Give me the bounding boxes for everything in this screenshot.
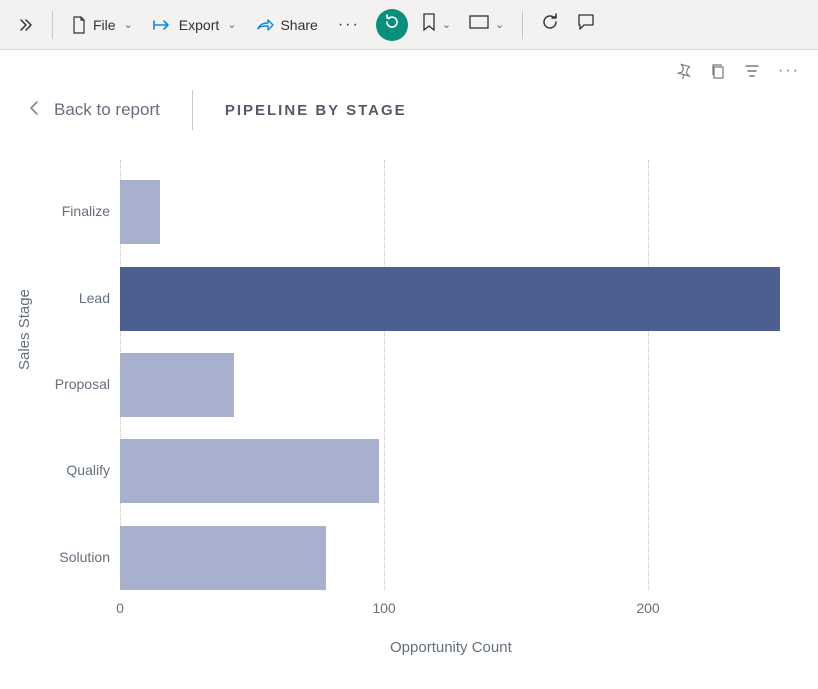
bar[interactable]	[120, 526, 326, 590]
refresh-icon	[541, 13, 559, 36]
bar-row	[120, 526, 326, 590]
copy-button[interactable]	[710, 63, 726, 79]
bar[interactable]	[120, 267, 780, 331]
rectangle-icon	[469, 15, 489, 34]
x-tick-label: 0	[116, 600, 124, 616]
chart-header: Back to report PIPELINE BY STAGE	[0, 84, 818, 150]
comments-button[interactable]	[569, 7, 603, 42]
x-axis-title: Opportunity Count	[390, 639, 512, 656]
export-menu-label: Export	[179, 17, 219, 33]
app-toolbar: File ⌄ Export ⌄ Share ··· ⌄	[0, 0, 818, 50]
gridline	[648, 160, 649, 590]
visual-action-row: ···	[0, 50, 818, 84]
back-to-report[interactable]: Back to report	[28, 100, 160, 121]
bar[interactable]	[120, 439, 379, 503]
visual-more-button[interactable]: ···	[778, 62, 800, 80]
toolbar-separator	[52, 11, 53, 39]
bar[interactable]	[120, 353, 234, 417]
bookmark-menu[interactable]: ⌄	[414, 7, 459, 42]
share-icon	[256, 17, 274, 33]
bar-row	[120, 180, 160, 244]
bar-row	[120, 439, 379, 503]
header-separator	[192, 90, 193, 130]
pin-icon	[676, 63, 692, 79]
share-button-label: Share	[280, 17, 317, 33]
view-menu[interactable]: ⌄	[461, 9, 512, 40]
chart-title: PIPELINE BY STAGE	[225, 102, 407, 119]
export-icon	[153, 17, 173, 33]
chevron-down-icon: ⌄	[227, 18, 236, 31]
gridline	[384, 160, 385, 590]
chevron-down-icon: ⌄	[495, 18, 504, 31]
more-menu[interactable]: ···	[328, 10, 370, 40]
refresh-button[interactable]	[533, 7, 567, 42]
category-label: Finalize	[20, 203, 110, 219]
chevron-double-right-icon	[18, 17, 34, 33]
file-icon	[71, 16, 87, 34]
filter-button[interactable]	[744, 63, 760, 79]
comment-icon	[577, 13, 595, 36]
x-tick-label: 100	[372, 600, 395, 616]
file-menu[interactable]: File ⌄	[61, 10, 143, 40]
category-label: Qualify	[20, 462, 110, 478]
reset-icon	[383, 13, 401, 36]
chevron-down-icon: ⌄	[442, 18, 451, 31]
chevron-down-icon: ⌄	[124, 18, 133, 31]
pin-button[interactable]	[676, 63, 692, 79]
bookmark-icon	[422, 13, 436, 36]
x-tick-label: 200	[636, 600, 659, 616]
file-menu-label: File	[93, 17, 116, 33]
category-label: Lead	[20, 290, 110, 306]
ellipsis-icon: ···	[778, 62, 800, 80]
ellipsis-icon: ···	[338, 16, 360, 34]
bar[interactable]	[120, 180, 160, 244]
chart-area: Sales Stage Opportunity Count 0100200Fin…	[20, 150, 800, 660]
category-label: Solution	[20, 549, 110, 565]
bar-row	[120, 267, 780, 331]
share-button[interactable]: Share	[246, 11, 327, 39]
filter-icon	[744, 63, 760, 79]
category-label: Proposal	[20, 376, 110, 392]
bar-row	[120, 353, 234, 417]
plot-region[interactable]: 0100200FinalizeLeadProposalQualifySoluti…	[120, 160, 790, 590]
back-label: Back to report	[54, 100, 160, 120]
copy-icon	[710, 63, 726, 79]
chevron-left-icon	[28, 100, 40, 121]
toolbar-separator	[522, 11, 523, 39]
toolbar-right-group: ⌄ ⌄	[414, 7, 603, 42]
expand-button[interactable]	[8, 11, 44, 39]
export-menu[interactable]: Export ⌄	[143, 11, 247, 39]
reset-button[interactable]	[376, 9, 408, 41]
